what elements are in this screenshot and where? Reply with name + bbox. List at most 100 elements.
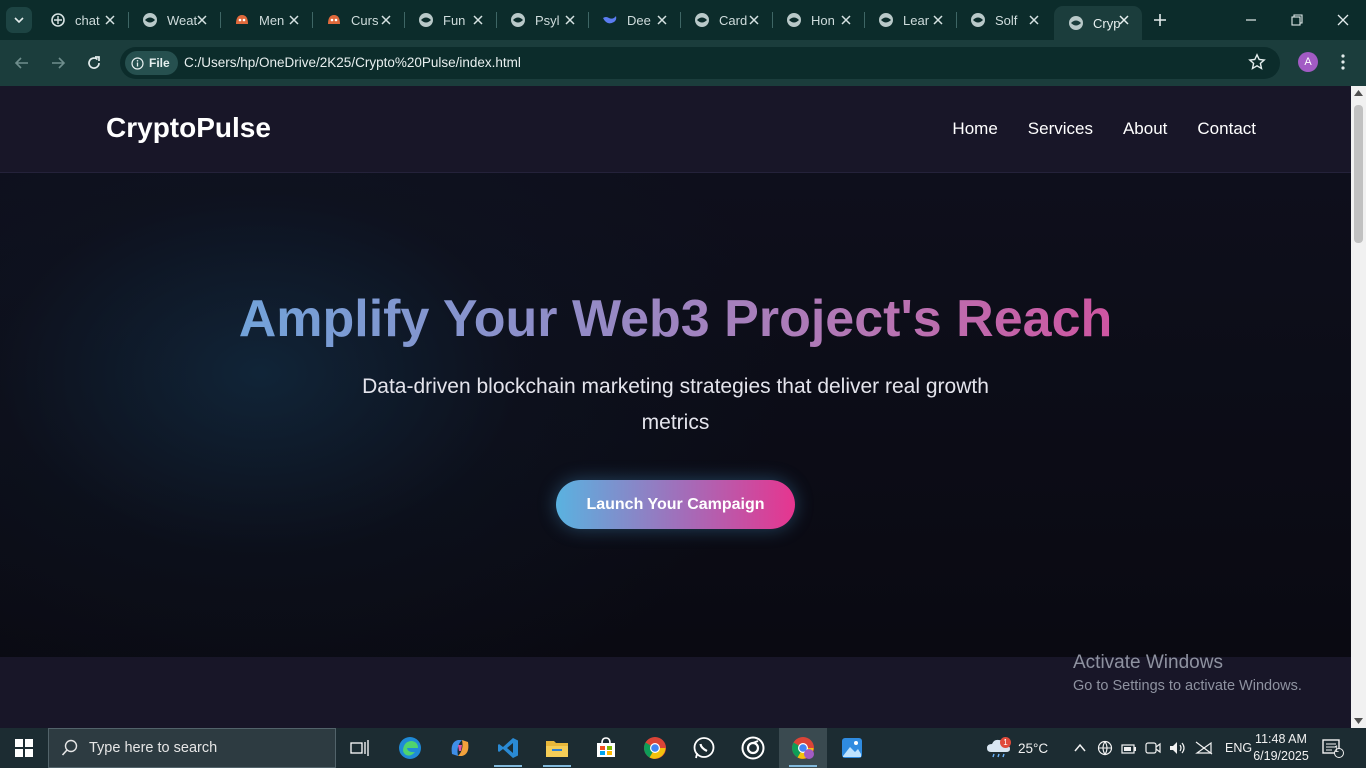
tab-card[interactable]: Card [680, 0, 773, 40]
close-tab-icon[interactable] [286, 12, 302, 28]
reload-icon [88, 56, 100, 69]
globe-icon [510, 12, 526, 28]
globe-icon [970, 12, 986, 28]
close-tab-icon[interactable] [838, 12, 854, 28]
bot-icon [234, 12, 250, 28]
activate-subtitle: Go to Settings to activate Windows. [1073, 678, 1302, 694]
scroll-down-icon[interactable] [1354, 718, 1363, 724]
copilot-app[interactable] [436, 728, 484, 768]
bookmark-star-icon[interactable] [1248, 53, 1266, 76]
tab-lear[interactable]: Lear [864, 0, 957, 40]
weather-badge: 1 [1000, 737, 1011, 748]
edge-app[interactable] [386, 728, 434, 768]
forward-button[interactable] [46, 51, 70, 75]
system-tray: ENG [1073, 728, 1252, 768]
clock-date: 6/19/2025 [1253, 749, 1309, 763]
globe-icon [142, 12, 158, 28]
whatsapp-app[interactable] [680, 728, 728, 768]
scroll-up-icon[interactable] [1354, 90, 1363, 96]
microsoft-store-app[interactable] [582, 728, 630, 768]
tab-title: Dee [627, 12, 651, 28]
site-info-chip[interactable]: File [125, 51, 178, 75]
activate-title: Activate Windows [1073, 652, 1223, 673]
tab-solf[interactable]: Solf [956, 0, 1052, 40]
chrome-profile-icon [792, 737, 814, 759]
browser-tab-strip: chat Weat Men Curs Fun Psyl Dee Card Hon… [0, 0, 1366, 40]
nav-link-services[interactable]: Services [1028, 119, 1093, 139]
network-disconnected-icon[interactable] [1195, 741, 1213, 755]
tab-psyl[interactable]: Psyl [496, 0, 589, 40]
taskbar-search-box[interactable]: Type here to search [48, 728, 336, 768]
close-tab-icon[interactable] [1116, 12, 1132, 28]
browser-toolbar: File C:/Users/hp/OneDrive/2K25/Crypto%20… [0, 40, 1366, 86]
nav-link-about[interactable]: About [1123, 119, 1167, 139]
chevron-down-icon [14, 17, 24, 24]
close-window-button[interactable] [1320, 0, 1366, 40]
globe-icon [694, 12, 710, 28]
close-tab-icon[interactable] [194, 12, 210, 28]
chevron-up-icon[interactable] [1073, 741, 1087, 755]
vscode-app[interactable] [484, 728, 532, 768]
meet-now-icon[interactable] [1145, 741, 1161, 755]
restore-icon [1291, 14, 1303, 26]
nav-link-contact[interactable]: Contact [1197, 119, 1256, 139]
start-button[interactable] [0, 728, 48, 768]
folder-icon [546, 741, 568, 757]
clock-time: 11:48 AM [1255, 732, 1307, 746]
battery-icon[interactable] [1121, 741, 1137, 755]
close-tab-icon[interactable] [1026, 12, 1042, 28]
taskbar-clock[interactable]: 11:48 AM 6/19/2025 [1248, 731, 1314, 765]
tab-title: Lear [903, 12, 930, 28]
close-icon [1337, 14, 1349, 26]
tab-curs[interactable]: Curs [312, 0, 405, 40]
tab-hon[interactable]: Hon [772, 0, 865, 40]
minimize-button[interactable] [1228, 0, 1274, 40]
obs-app[interactable] [729, 728, 777, 768]
restore-button[interactable] [1274, 0, 1320, 40]
chrome-profile-app[interactable] [779, 728, 827, 768]
globe-language-icon[interactable] [1097, 740, 1113, 756]
weather-widget[interactable]: 25°C [986, 728, 1048, 768]
back-button[interactable] [10, 51, 34, 75]
tab-search-button[interactable] [6, 7, 32, 33]
chrome-app[interactable] [631, 728, 679, 768]
globe-icon [1068, 15, 1084, 31]
profile-avatar[interactable]: A [1298, 52, 1318, 72]
tab-title: Fun [443, 12, 466, 28]
info-icon [131, 56, 144, 70]
tab-weather[interactable]: Weat [128, 0, 221, 40]
close-tab-icon[interactable] [930, 12, 946, 28]
tab-dee[interactable]: Dee [588, 0, 681, 40]
hero-title: Amplify Your Web3 Project's Reach [0, 289, 1351, 349]
tab-chat[interactable]: chat [36, 0, 129, 40]
page-scrollbar[interactable] [1351, 86, 1366, 728]
launch-campaign-button[interactable]: Launch Your Campaign [556, 480, 795, 529]
task-view-button[interactable] [336, 728, 384, 768]
close-tab-icon[interactable] [470, 12, 486, 28]
edge-icon [399, 737, 421, 759]
reload-button[interactable] [82, 51, 106, 75]
volume-icon[interactable] [1169, 741, 1187, 755]
tab-crypto-active[interactable]: Cryp [1054, 6, 1142, 40]
tab-fun[interactable]: Fun [404, 0, 497, 40]
browser-menu-button[interactable] [1333, 52, 1353, 72]
close-tab-icon[interactable] [378, 12, 394, 28]
scroll-thumb[interactable] [1354, 105, 1363, 243]
close-tab-icon[interactable] [654, 12, 670, 28]
file-explorer-app[interactable] [533, 728, 581, 768]
minimize-icon [1246, 19, 1256, 21]
new-tab-button[interactable] [1150, 10, 1170, 30]
tab-men[interactable]: Men [220, 0, 313, 40]
photos-app[interactable] [828, 728, 876, 768]
vscode-icon [498, 738, 518, 758]
site-header: CryptoPulse Home Services About Contact [0, 86, 1351, 173]
tab-title: Solf [995, 12, 1018, 28]
nav-link-home[interactable]: Home [952, 119, 997, 139]
close-tab-icon[interactable] [746, 12, 762, 28]
action-center-button[interactable]: 1 [1322, 728, 1344, 768]
address-bar[interactable]: File C:/Users/hp/OneDrive/2K25/Crypto%20… [120, 47, 1280, 79]
url-text[interactable]: C:/Users/hp/OneDrive/2K25/Crypto%20Pulse… [184, 55, 521, 70]
close-tab-icon[interactable] [102, 12, 118, 28]
site-logo[interactable]: CryptoPulse [106, 112, 271, 144]
close-tab-icon[interactable] [562, 12, 578, 28]
